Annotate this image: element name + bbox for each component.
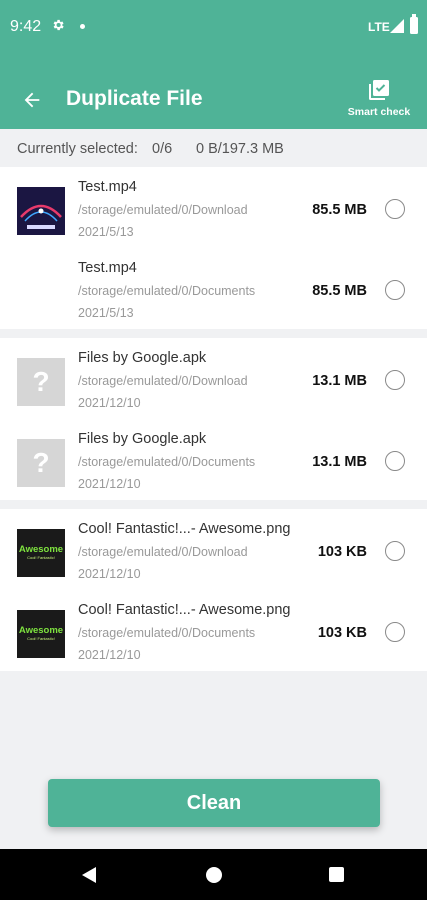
file-size: 13.1 MB: [312, 373, 367, 389]
file-size: 13.1 MB: [312, 454, 367, 470]
status-bar: 9:42 LTE: [0, 0, 427, 54]
thumb-text-main: Awesome: [18, 544, 64, 555]
file-name: Test.mp4: [78, 260, 137, 276]
smart-check-button[interactable]: Smart check: [343, 78, 415, 122]
selection-label: Currently selected:: [17, 141, 138, 157]
file-name: Files by Google.apk: [78, 431, 207, 447]
select-radio[interactable]: [385, 199, 405, 219]
file-size: 85.5 MB: [312, 283, 367, 299]
select-radio[interactable]: [385, 541, 405, 561]
awesome-image-thumbnail: Awesome Cool! Fantastic!: [17, 610, 65, 658]
file-row[interactable]: Awesome Cool! Fantastic! Cool! Fantastic…: [0, 509, 427, 590]
file-path: /storage/emulated/0/Documents: [78, 284, 256, 298]
duplicate-group: ? Files by Google.apk /storage/emulated/…: [0, 338, 427, 500]
home-circle-icon[interactable]: [206, 867, 222, 883]
smart-check-icon: [369, 80, 389, 100]
awesome-image-thumbnail: Awesome Cool! Fantastic!: [17, 529, 65, 577]
duplicate-group: Awesome Cool! Fantastic! Cool! Fantastic…: [0, 509, 427, 671]
thumb-text-sub: Cool! Fantastic!: [27, 636, 55, 641]
file-path: /storage/emulated/0/Download: [78, 374, 248, 388]
file-name: Cool! Fantastic!...- Awesome.png: [78, 602, 291, 618]
arrow-left-icon: [24, 92, 40, 108]
file-date: 2021/12/10: [78, 567, 141, 581]
select-radio[interactable]: [385, 451, 405, 471]
file-date: 2021/12/10: [78, 396, 141, 410]
file-row[interactable]: Test.mp4 /storage/emulated/0/Download 20…: [0, 167, 427, 248]
gear-icon: [53, 19, 64, 31]
file-path: /storage/emulated/0/Download: [78, 203, 248, 217]
clean-button[interactable]: Clean: [48, 779, 380, 827]
file-date: 2021/12/10: [78, 648, 141, 662]
file-row[interactable]: ? Files by Google.apk /storage/emulated/…: [0, 338, 427, 419]
file-size: 103 KB: [317, 625, 367, 641]
file-name: Test.mp4: [78, 179, 137, 195]
battery-icon: [410, 14, 418, 34]
file-date: 2021/5/13: [78, 225, 134, 239]
signal-icon: [390, 19, 404, 33]
smart-check-label: Smart check: [347, 106, 411, 118]
page-title: Duplicate File: [66, 87, 203, 110]
select-radio[interactable]: [385, 280, 405, 300]
file-date: 2021/12/10: [78, 477, 141, 491]
back-button[interactable]: [16, 84, 48, 116]
file-date: 2021/5/13: [78, 306, 134, 320]
duplicate-group: Test.mp4 /storage/emulated/0/Download 20…: [0, 167, 427, 329]
file-path: /storage/emulated/0/Download: [78, 545, 248, 559]
file-row[interactable]: Awesome Cool! Fantastic! Cool! Fantastic…: [0, 590, 427, 671]
file-name: Cool! Fantastic!...- Awesome.png: [78, 521, 291, 537]
file-size: 103 KB: [317, 544, 367, 560]
file-path: /storage/emulated/0/Documents: [78, 626, 256, 640]
status-time: 9:42: [10, 18, 42, 35]
video-thumbnail: [17, 187, 65, 235]
unknown-file-icon: ?: [17, 439, 65, 487]
thumb-text-sub: Cool! Fantastic!: [27, 555, 55, 560]
notification-dot: [80, 24, 85, 29]
system-nav-bar: [0, 849, 427, 900]
file-row[interactable]: ? Files by Google.apk /storage/emulated/…: [0, 419, 427, 500]
selection-count: 0/6: [152, 141, 173, 157]
selection-summary: Currently selected: 0/6 0 B/197.3 MB: [0, 129, 427, 166]
thumb-text-main: Awesome: [18, 625, 64, 636]
file-path: /storage/emulated/0/Documents: [78, 455, 256, 469]
recents-square-icon[interactable]: [329, 867, 344, 882]
select-radio[interactable]: [385, 370, 405, 390]
unknown-file-icon: ?: [17, 358, 65, 406]
select-radio[interactable]: [385, 622, 405, 642]
file-size: 85.5 MB: [312, 202, 367, 218]
back-triangle-icon[interactable]: [82, 867, 96, 883]
file-name: Files by Google.apk: [78, 350, 207, 366]
network-type: LTE: [368, 20, 390, 34]
app-bar: 9:42 LTE Duplicate File Smart check: [0, 0, 427, 129]
selection-size: 0 B/197.3 MB: [196, 141, 284, 157]
file-row[interactable]: Test.mp4 /storage/emulated/0/Documents 2…: [0, 248, 427, 329]
